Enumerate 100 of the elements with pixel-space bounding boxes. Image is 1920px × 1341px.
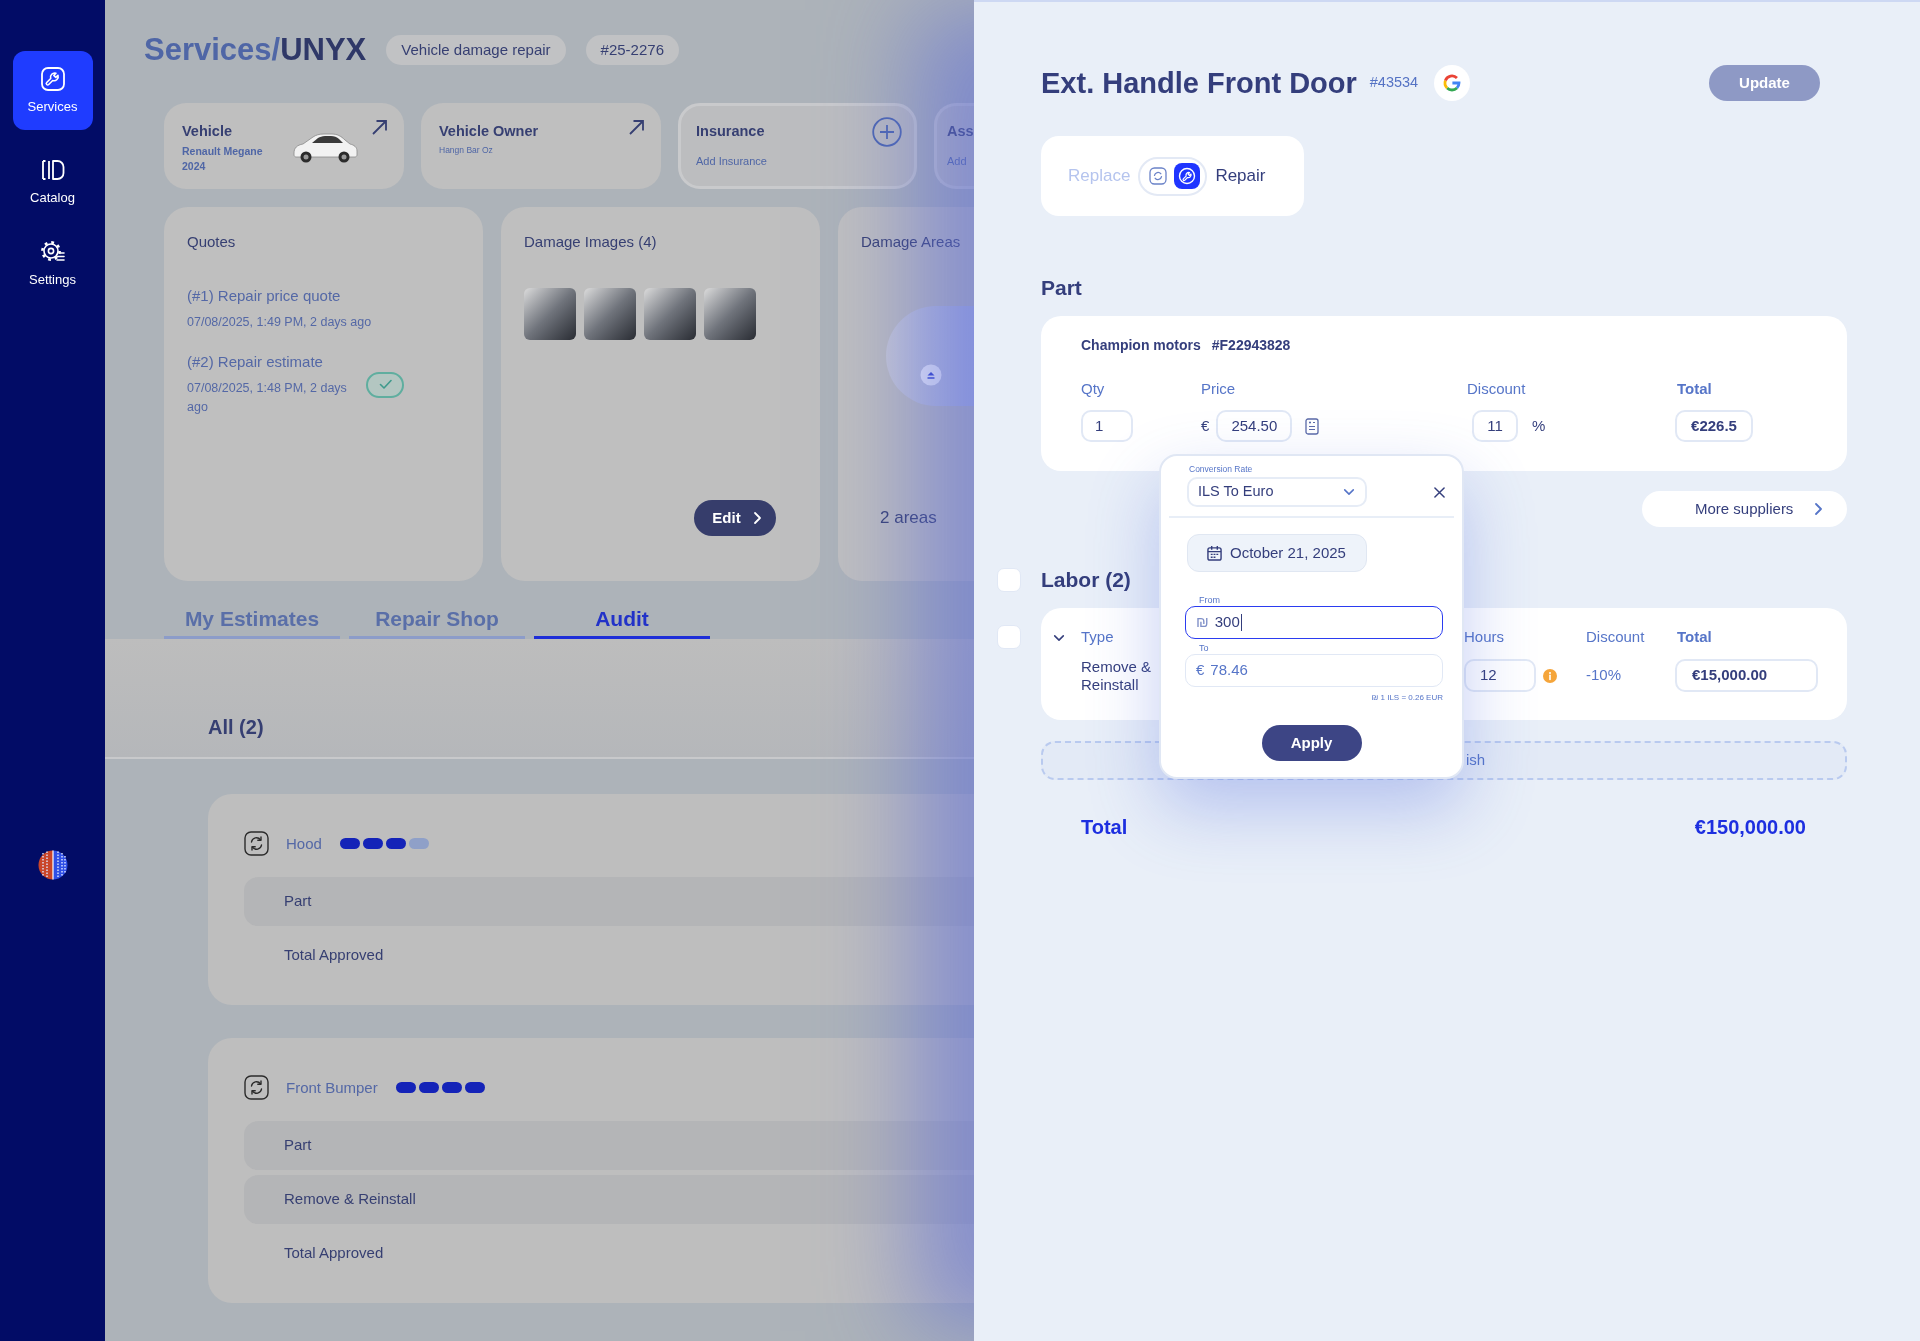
header-tag: Vehicle damage repair [386,35,566,65]
column-label: Price [1201,380,1236,397]
checkbox[interactable] [997,625,1021,649]
rating-pill-icon [408,838,429,849]
field-label: Conversion Rate [1189,464,1253,474]
sidebar-item[interactable]: Services [12,51,93,130]
rating-pill-icon [339,838,360,849]
rating-pill-icon [362,838,383,849]
rating-pill-icon [385,838,406,849]
total-field: €226.5 [1675,410,1753,442]
column-label: Total [1677,627,1712,647]
card-subtitle: 2024 [182,159,206,173]
total-label: Total Approved [284,945,384,966]
audit-row: Part [244,1121,974,1170]
photo-placeholder [524,288,576,340]
edit-button[interactable]: Edit [694,500,776,536]
section-heading: Part [1041,275,1082,301]
labor-type: Remove & Reinstall [1081,658,1153,694]
more-suppliers-button[interactable]: More suppliers [1642,491,1847,527]
column-label: Hours [1464,627,1504,647]
areas-count: 2 areas [880,507,937,529]
audit-row: Part [244,877,974,926]
total-label: Total [1081,815,1128,840]
apply-button[interactable]: Apply [1261,725,1362,761]
quote-date: 07/08/2025, 1:48 PM, 2 days ago [187,380,348,416]
logo-icon [37,850,68,880]
mode-option[interactable]: Repair [1215,165,1266,187]
discount-value: -10% [1586,665,1622,686]
page-title: Services/UNYX [144,31,367,69]
card-title: Damage Images (4) [524,232,657,252]
checkbox[interactable] [997,568,1021,592]
amount-field[interactable]: ₪ 300 [1185,606,1443,639]
card-title: Vehicle [182,122,232,140]
refresh-icon [244,1075,269,1100]
close-icon[interactable] [1434,486,1445,498]
total-label: Total Approved [284,1243,384,1264]
sidebar-item[interactable]: Catalog [12,150,93,212]
filter-label[interactable]: All (2) [208,716,264,738]
total-field: €15,000.00 [1675,659,1818,692]
wrench-icon [39,66,66,92]
chevron-right-icon [1814,502,1823,516]
text-cursor-icon [1240,614,1243,631]
field-label: From [1199,595,1220,606]
rating-pill-icon [395,1082,416,1093]
price-field[interactable]: 254.50 [1216,410,1293,442]
sidebar-item[interactable]: Settings [12,232,93,294]
arrow-up-right-icon[interactable] [628,119,645,136]
part-name: Hood [286,833,322,854]
card-title: Quotes [187,232,236,252]
total-value: €150,000.00 [1694,815,1806,840]
percent-sign: % [1532,415,1546,436]
chevron-down-icon [1343,488,1355,496]
section-heading: Labor (2) [1041,567,1131,593]
card-subtitle: Add Insurance [696,154,767,168]
column-label: Qty [1081,380,1105,397]
date-button[interactable]: October 21, 2025 [1187,534,1367,572]
quote-date: 07/08/2025, 1:49 PM, 2 days ago [187,314,372,331]
column-label: Type [1081,627,1114,647]
rate-select[interactable]: ILS To Euro [1187,477,1367,507]
column-label: Total [1677,380,1712,397]
currency-symbol: € [1201,415,1210,436]
card-subtitle: Hangn Bar Oz [439,144,493,156]
photo-placeholder [584,288,636,340]
info-card[interactable]: Vehicle Renault Megane 2024 [164,103,404,189]
rate-note: ₪ 1 ILS = 0.26 EUR [1371,693,1443,703]
card-title: Ass [947,122,974,140]
arrow-up-right-icon[interactable] [371,119,388,136]
photo-placeholder [644,288,696,340]
panel-title: Ext. Handle Front Door [1041,66,1357,101]
info-card[interactable]: Insurance Add Insurance [678,103,917,189]
eject-icon[interactable] [920,364,942,386]
check-icon [378,379,392,390]
chevron-right-icon [752,511,762,525]
field-label: To [1199,643,1209,654]
column-label: Discount [1586,627,1645,647]
card-title: Damage Areas [861,232,961,252]
discount-field[interactable]: 11 [1472,410,1518,442]
part-number: #43534 [1369,73,1419,93]
column-label: Discount [1467,380,1526,397]
supplier-name: Champion motors [1081,336,1201,354]
supplier-code: #F22943828 [1211,336,1291,354]
refresh-icon [244,831,269,856]
info-card[interactable]: Vehicle Owner Hangn Bar Oz [421,103,661,189]
card-title: Insurance [696,122,765,140]
card-subtitle: Add [947,154,967,168]
card-subtitle: Renault Megane [182,144,263,158]
calculator-icon[interactable] [1305,417,1320,435]
chevron-down-icon[interactable] [1053,634,1065,642]
photo-placeholder [704,288,756,340]
rating-pill-icon [418,1082,439,1093]
amount-field[interactable]: € 78.46 [1185,654,1443,687]
mode-toggle[interactable] [1138,156,1208,196]
qty-field[interactable]: 1 [1081,410,1133,442]
google-icon[interactable] [1434,65,1471,101]
header-tag: #25-2276 [585,35,679,65]
calendar-icon [1207,545,1222,561]
wrench-icon[interactable] [1174,163,1201,189]
rating-pill-icon [464,1082,485,1093]
plus-circle-icon[interactable] [872,117,902,147]
card-title: Vehicle Owner [439,122,539,140]
